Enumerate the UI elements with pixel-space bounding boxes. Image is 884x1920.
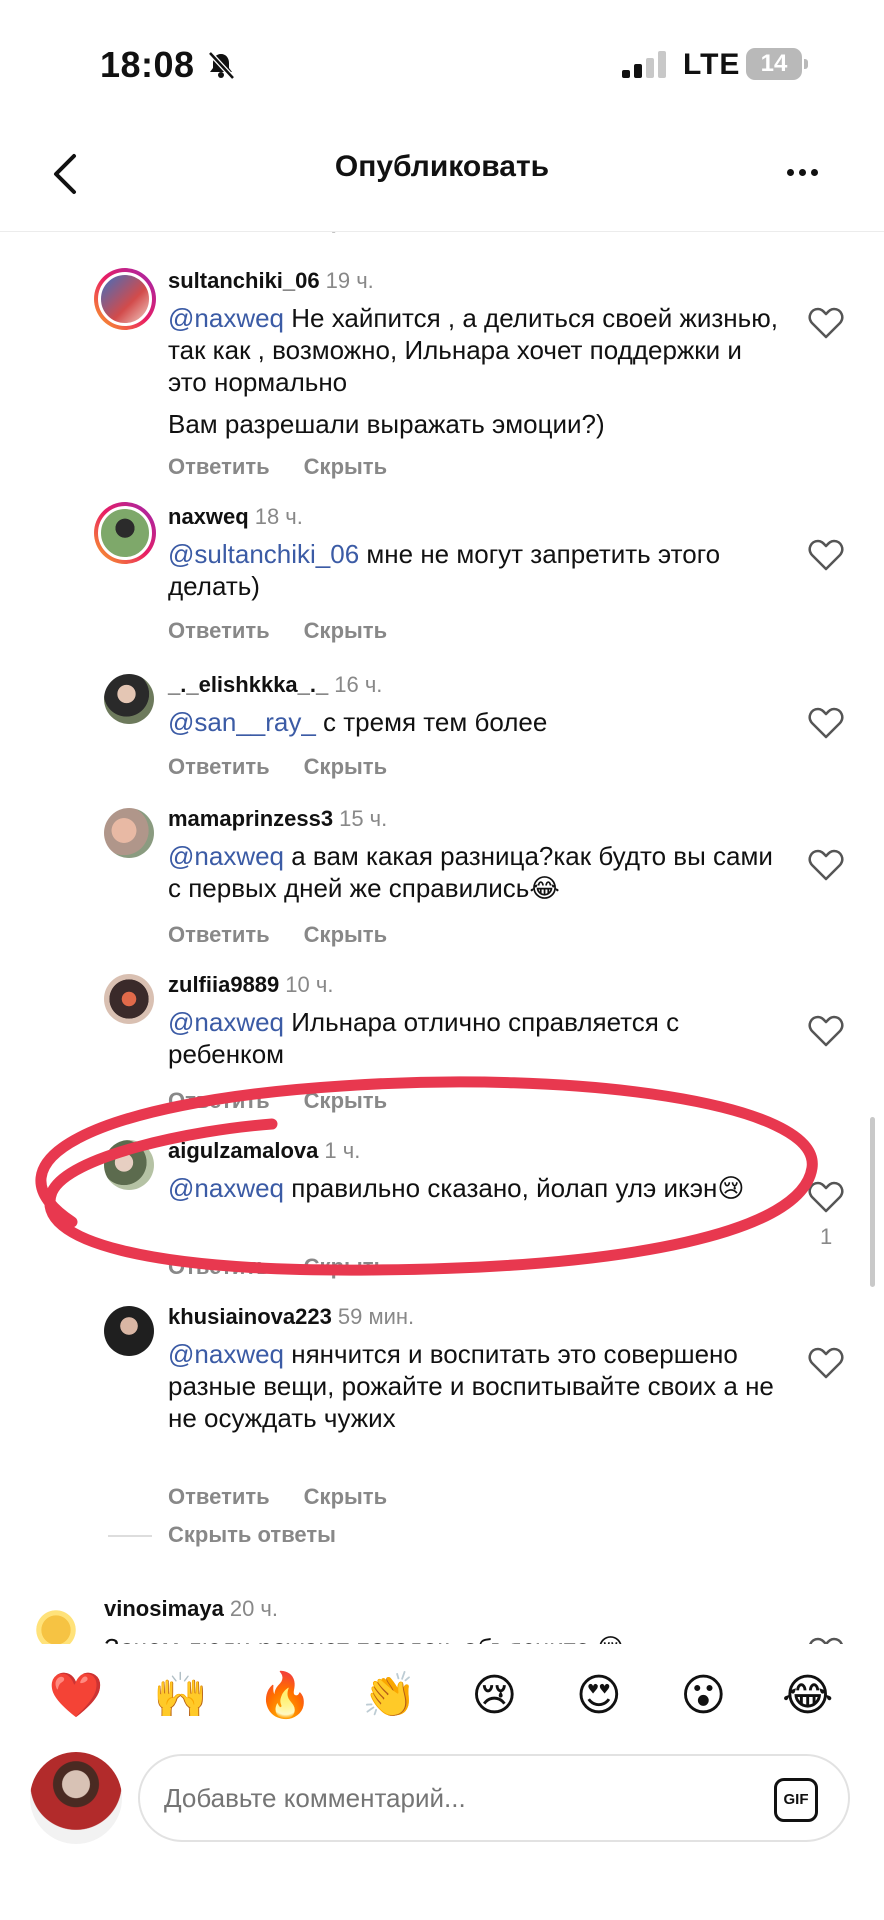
mention-link[interactable]: @naxweq xyxy=(168,1339,284,1369)
comment-text: @san__ray_ с тремя тем более xyxy=(168,707,548,737)
avatar[interactable] xyxy=(104,1306,154,1356)
comment-input-container[interactable]: GIF xyxy=(138,1754,850,1842)
status-bar: 18:08 LTE 14 xyxy=(0,0,884,120)
reply-button[interactable]: Ответить xyxy=(168,922,270,947)
hide-button[interactable]: Скрыть xyxy=(304,922,387,947)
comment-text: @naxweq нянчится и воспитать это соверше… xyxy=(168,1339,774,1433)
comment-time: 1 ч. xyxy=(324,1138,361,1163)
hide-button[interactable]: Скрыть xyxy=(304,754,387,779)
mention-link[interactable]: @naxweq xyxy=(168,303,284,333)
bell-muted-icon xyxy=(208,51,235,80)
reply-button[interactable]: Ответить xyxy=(168,754,270,779)
emoji-raised-hands-button[interactable]: 🙌 xyxy=(151,1666,211,1726)
emoji-heart-button[interactable]: ❤️ xyxy=(46,1666,106,1726)
hide-button[interactable]: Скрыть xyxy=(304,618,387,643)
comment-composer: GIF xyxy=(0,1740,884,1860)
comment-time: 20 ч. xyxy=(229,1596,279,1621)
comment-text: @naxweq правильно сказано, йолап улэ икэ… xyxy=(168,1173,745,1203)
mention-link[interactable]: @naxweq xyxy=(168,1007,284,1037)
hide-replies-button[interactable]: Скрыть ответы xyxy=(108,1522,336,1548)
comment-text: @naxweq а вам какая разница?как будто вы… xyxy=(168,841,773,903)
comment-username[interactable]: mamaprinzess3 xyxy=(168,806,333,831)
avatar[interactable] xyxy=(94,268,156,330)
avatar[interactable] xyxy=(104,674,154,724)
comment-time: 10 ч. xyxy=(285,972,334,997)
emoji-crying-button[interactable]: 😢 xyxy=(464,1666,524,1726)
like-heart-icon[interactable] xyxy=(808,538,844,572)
emoji-laughing-button[interactable]: 😂 xyxy=(778,1666,838,1726)
comment-username[interactable]: _._elishkkka_._ xyxy=(168,672,328,697)
hide-button[interactable]: Скрыть xyxy=(304,1254,387,1279)
like-heart-icon[interactable] xyxy=(808,848,844,882)
comment-username[interactable]: vinosimaya xyxy=(104,1596,224,1621)
avatar[interactable] xyxy=(26,1600,86,1644)
network-type: LTE xyxy=(683,48,741,81)
cut-off-actions: ОтветитьСкрыть xyxy=(168,232,421,234)
mention-link[interactable]: @sultanchiki_06 xyxy=(168,539,359,569)
like-heart-icon[interactable] xyxy=(808,1636,844,1644)
comment-time: 16 ч. xyxy=(334,672,383,697)
avatar[interactable] xyxy=(104,1140,154,1190)
emoji-clap-button[interactable]: 👏 xyxy=(360,1666,420,1726)
comment-text: @sultanchiki_06 мне не могут запретить э… xyxy=(168,539,721,601)
comments-list[interactable]: ОтветитьСкрыть sultanchiki_0619 ч. @naxw… xyxy=(0,232,884,1644)
comment-username[interactable]: naxweq xyxy=(168,504,249,529)
like-heart-icon[interactable] xyxy=(808,1014,844,1048)
comment-time: 19 ч. xyxy=(325,268,374,293)
comment-time: 18 ч. xyxy=(254,504,303,529)
mention-link[interactable]: @naxweq xyxy=(168,1173,284,1203)
comment-text: @naxweq Ильнара отлично справляется с ре… xyxy=(168,1007,680,1069)
emoji-surprised-button[interactable]: 😮 xyxy=(673,1666,733,1726)
emoji-reaction-bar: ❤️ 🙌 🔥 👏 😢 😍 😮 😂 xyxy=(0,1660,884,1732)
current-user-avatar xyxy=(30,1752,122,1844)
avatar[interactable] xyxy=(104,808,154,858)
mention-link[interactable]: @naxweq xyxy=(168,841,284,871)
comment-text: @naxweq Не хайпится , а делиться своей ж… xyxy=(168,303,778,397)
top-nav: Опубликовать xyxy=(0,120,884,232)
page-title: Опубликовать xyxy=(334,150,550,183)
more-options-icon[interactable] xyxy=(774,144,830,200)
like-heart-icon[interactable] xyxy=(808,306,844,340)
comment-username[interactable]: zulfiia9889 xyxy=(168,972,279,997)
like-heart-icon[interactable] xyxy=(808,706,844,740)
comment-time: 15 ч. xyxy=(339,806,388,831)
hide-button[interactable]: Скрыть xyxy=(304,454,387,479)
reply-button[interactable]: Ответить xyxy=(168,1088,270,1113)
gif-button[interactable]: GIF xyxy=(774,1778,818,1822)
reply-button[interactable]: Ответить xyxy=(168,1254,270,1279)
reply-button[interactable]: Ответить xyxy=(168,454,270,479)
mention-link[interactable]: @san__ray_ xyxy=(168,707,316,737)
avatar[interactable] xyxy=(104,974,154,1024)
clock: 18:08 xyxy=(100,44,195,85)
comment-text: Зачем люди рожают погодок, объясните 😢 xyxy=(104,1632,714,1644)
emoji-fire-button[interactable]: 🔥 xyxy=(255,1666,315,1726)
comment-input[interactable] xyxy=(164,1756,724,1840)
comment-text-line: Вам разрешали выражать эмоции?) xyxy=(168,409,605,439)
like-count: 1 xyxy=(820,1224,833,1249)
comment-username[interactable]: khusiainova223 xyxy=(168,1304,332,1329)
comment-username[interactable]: aigulzamalova xyxy=(168,1138,318,1163)
avatar[interactable] xyxy=(94,502,156,564)
cellular-signal-icon xyxy=(622,50,668,78)
hide-button[interactable]: Скрыть xyxy=(304,1088,387,1113)
reply-button[interactable]: Ответить xyxy=(168,1484,270,1509)
scrollbar[interactable] xyxy=(870,1117,875,1287)
comment-time: 59 мин. xyxy=(337,1304,415,1329)
comment-username[interactable]: sultanchiki_06 xyxy=(168,268,320,293)
emoji-heart-eyes-button[interactable]: 😍 xyxy=(569,1666,629,1726)
reply-button[interactable]: Ответить xyxy=(168,618,270,643)
like-heart-icon[interactable] xyxy=(808,1346,844,1380)
like-heart-icon[interactable] xyxy=(808,1180,844,1214)
hide-button[interactable]: Скрыть xyxy=(304,1484,387,1509)
battery-icon: 14 xyxy=(746,48,808,80)
